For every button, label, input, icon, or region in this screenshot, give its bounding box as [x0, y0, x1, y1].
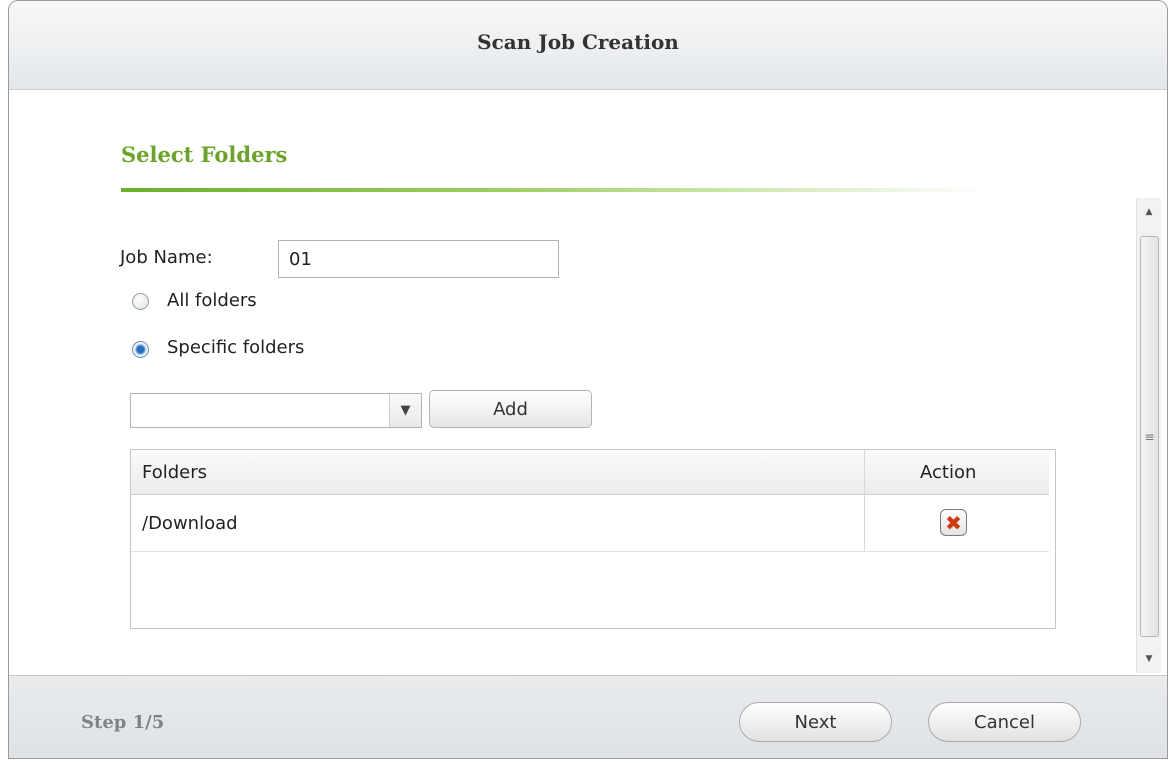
radio-all-folders[interactable]	[132, 293, 149, 310]
radio-specific-folders[interactable]	[132, 341, 149, 358]
job-name-label: Job Name:	[120, 247, 213, 268]
folders-table: Folders Action /Download ✖	[130, 449, 1056, 629]
section-title: Select Folders	[121, 142, 288, 167]
grip-icon: ≡	[1144, 429, 1155, 444]
dialog-title: Scan Job Creation	[477, 30, 679, 54]
folder-select[interactable]: ▼	[130, 393, 422, 428]
vertical-scrollbar[interactable]: ▲ ≡ ▼	[1136, 198, 1161, 673]
dialog-titlebar: Scan Job Creation	[9, 1, 1167, 90]
chevron-down-icon[interactable]: ▼	[389, 394, 421, 427]
add-button[interactable]: Add	[429, 390, 592, 428]
folder-path-cell: /Download	[142, 512, 238, 534]
dialog-footer: Step 1/5 Next Cancel	[9, 675, 1167, 758]
step-indicator: Step 1/5	[81, 712, 165, 733]
table-header: Folders Action	[131, 450, 1049, 495]
delete-icon: ✖	[945, 510, 962, 535]
delete-button[interactable]: ✖	[940, 509, 967, 536]
radio-specific-folders-label[interactable]: Specific folders	[167, 337, 304, 358]
job-name-input[interactable]	[278, 240, 559, 278]
scroll-down-arrow-icon[interactable]: ▼	[1137, 649, 1161, 669]
scroll-thumb[interactable]: ≡	[1140, 236, 1159, 637]
radio-all-folders-label[interactable]: All folders	[167, 290, 257, 311]
table-row[interactable]: /Download ✖	[131, 495, 1049, 552]
column-header-action: Action	[920, 461, 977, 483]
next-button[interactable]: Next	[739, 702, 892, 742]
section-divider	[121, 188, 983, 192]
scroll-up-arrow-icon[interactable]: ▲	[1137, 202, 1161, 222]
scan-job-dialog: Scan Job Creation Select Folders Job Nam…	[8, 0, 1168, 759]
dialog-content: Select Folders Job Name: All folders Spe…	[9, 90, 1167, 673]
column-header-folders[interactable]: Folders	[142, 450, 207, 494]
cancel-button[interactable]: Cancel	[928, 702, 1081, 742]
column-divider	[864, 450, 865, 551]
